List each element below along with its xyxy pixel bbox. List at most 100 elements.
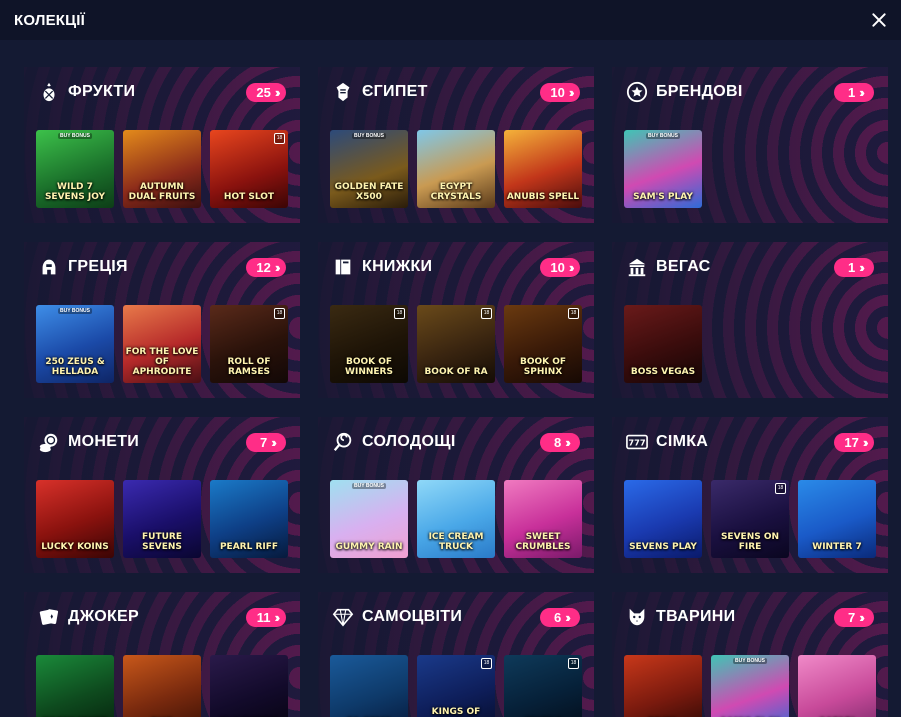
game-thumbnail[interactable]: For the Love of Aphrodite <box>123 305 201 383</box>
collection-count: 7 <box>848 609 856 625</box>
game-title: Boss Vegas <box>630 367 696 377</box>
collection-count-button[interactable]: 10 ›› <box>540 82 580 102</box>
collection-count-button[interactable]: 11 ›› <box>246 607 286 627</box>
collection-title: КНИЖКИ <box>362 258 433 275</box>
game-thumbnails: 50 Gems 18 Kings of Jewels 18Jewels <box>330 655 582 717</box>
collection-count: 7 <box>260 434 268 450</box>
game-thumbnail[interactable]: Future Sevens <box>123 480 201 558</box>
collection-count-button[interactable]: 1 ›› <box>834 82 874 102</box>
lollipop-icon <box>332 431 354 453</box>
page-title: КОЛЕКЦІЇ <box>14 11 85 29</box>
game-title: Sevens Play <box>629 542 697 552</box>
game-thumbnail[interactable]: Blackstar <box>210 655 288 717</box>
collection-count: 25 <box>256 84 271 100</box>
game-thumbnails: Lucky Koins Future Sevens Pearl Riff <box>36 480 288 558</box>
game-thumbnail[interactable]: Sevens Play <box>624 480 702 558</box>
collection-count-button[interactable]: 6 ›› <box>540 607 580 627</box>
collection-card[interactable]: САМОЦВІТИ 6›› 50 Gems 18 Kings of Jewels 18Je… <box>318 592 594 717</box>
game-thumbnail[interactable]: 18 Book of Ra <box>417 305 495 383</box>
collection-count-button[interactable]: 1 ›› <box>834 257 874 277</box>
game-thumbnail[interactable]: 18 Hot Slot <box>210 130 288 208</box>
collection-count-button[interactable]: 7 ›› <box>246 432 286 452</box>
game-thumbnails: BUY BONUS Sam's Play <box>624 130 702 208</box>
game-thumbnail[interactable]: BUY BONUSSam's Play <box>711 655 789 717</box>
game-thumbnail[interactable]: 18 Book of Sphinx <box>504 305 582 383</box>
game-thumbnail[interactable]: Jiggly Joker <box>36 655 114 717</box>
collection-count: 17 <box>844 434 859 450</box>
collection-header: СОЛОДОЩІ 8 ›› <box>332 430 580 454</box>
collection-count-button[interactable]: 17 ›› <box>834 432 874 452</box>
collection-card[interactable]: ГРЕЦІЯ 12 ›› BUY BONUS 250 Zeus & Hellada For… <box>24 242 300 398</box>
game-title: Book of Winners <box>345 357 393 377</box>
chevron-right-icon: ›› <box>568 259 574 275</box>
collection-card[interactable]: ЄГИПЕТ 10 ›› BUY BONUS Golden Fate x500 Egypt… <box>318 67 594 223</box>
game-thumbnail[interactable]: Ice Cream Truck <box>417 480 495 558</box>
collection-count-button[interactable]: 10 ›› <box>540 257 580 277</box>
game-thumbnail[interactable]: Pearl Riff <box>210 480 288 558</box>
collection-title: ТВАРИНИ <box>656 608 736 625</box>
collection-card[interactable]: ТВАРИНИ 7›› BivolBUY BONUSSam's PlaySafari <box>612 592 888 717</box>
collection-title: ФРУКТИ <box>68 83 136 100</box>
buy-bonus-badge: BUY BONUS <box>352 483 386 489</box>
game-thumbnails: Boss Vegas <box>624 305 702 383</box>
collection-title: МОНЕТИ <box>68 433 140 450</box>
game-thumbnail[interactable]: 18 Book of Winners <box>330 305 408 383</box>
collection-count: 8 <box>554 434 562 450</box>
game-thumbnail[interactable]: Bivol <box>624 655 702 717</box>
game-thumbnail[interactable]: Anubis Spell <box>504 130 582 208</box>
game-title: Lucky Koins <box>41 542 109 552</box>
collections-grid: ФРУКТИ 25 ›› BUY BONUS Wild 7 Sevens Joy Autu… <box>24 67 888 717</box>
collection-card[interactable]: СОЛОДОЩІ 8 ›› BUY BONUS Gummy Rain Ice Cream … <box>318 417 594 573</box>
game-thumbnail[interactable]: BUY BONUS Wild 7 Sevens Joy <box>36 130 114 208</box>
game-thumbnail[interactable]: Duo <box>123 655 201 717</box>
game-thumbnails: Sevens Play 18 Sevens on Fire Winter 7 <box>624 480 876 558</box>
buy-bonus-badge: BUY BONUS <box>352 133 386 139</box>
game-thumbnail[interactable]: Safari <box>798 655 876 717</box>
game-thumbnails: 18 Book of Winners 18 Book of Ra 18 Book of S… <box>330 305 582 383</box>
collection-card[interactable]: ФРУКТИ 25 ›› BUY BONUS Wild 7 Sevens Joy Autu… <box>24 67 300 223</box>
collection-header: ЄГИПЕТ 10 ›› <box>332 80 580 104</box>
collection-card[interactable]: ДЖОКЕР 11›› Jiggly JokerDuoBlackstar <box>24 592 300 717</box>
collection-count-button[interactable]: 7 ›› <box>834 607 874 627</box>
game-thumbnail[interactable]: 18 Sevens on Fire <box>711 480 789 558</box>
game-thumbnail[interactable]: Boss Vegas <box>624 305 702 383</box>
game-title: Kings of Jewels <box>431 707 481 717</box>
game-thumbnail[interactable]: BUY BONUSSam's Play <box>624 130 702 208</box>
age-rating-icon: 18 <box>274 308 285 319</box>
collection-count-button[interactable]: 25 ›› <box>246 82 286 102</box>
collection-card[interactable]: 777 СІМКА 17 ›› Sevens Play 18 Sevens on Fire W… <box>612 417 888 573</box>
game-thumbnail[interactable]: 50 Gems <box>330 655 408 717</box>
game-thumbnail[interactable]: 18 Roll of Ramses <box>210 305 288 383</box>
chevron-right-icon: ›› <box>274 84 280 100</box>
collection-count-button[interactable]: 12 ›› <box>246 257 286 277</box>
game-title: Sweet Crumbles <box>515 532 571 552</box>
game-thumbnail[interactable]: Sweet Crumbles <box>504 480 582 558</box>
game-thumbnail[interactable]: Egypt Crystals <box>417 130 495 208</box>
game-title: Sevens on Fire <box>720 532 780 552</box>
game-title: Egypt Crystals <box>430 182 482 202</box>
collection-card[interactable]: ВЕГАС 1 ›› Boss Vegas <box>612 242 888 398</box>
game-thumbnail[interactable]: Autumn Dual Fruits <box>123 130 201 208</box>
collection-card[interactable]: КНИЖКИ 10 ›› 18 Book of Winners 18 Book of Ra 1… <box>318 242 594 398</box>
pineapple-icon <box>38 81 60 103</box>
book-icon <box>332 256 354 278</box>
game-thumbnail[interactable]: BUY BONUS Gummy Rain <box>330 480 408 558</box>
game-thumbnail[interactable]: Lucky Koins <box>36 480 114 558</box>
game-thumbnail[interactable]: 18Jewels <box>504 655 582 717</box>
game-thumbnail[interactable]: BUY BONUS 250 Zeus & Hellada <box>36 305 114 383</box>
game-thumbnail[interactable]: BUY BONUS Golden Fate x500 <box>330 130 408 208</box>
collection-card[interactable]: БРЕНДОВІ 1 ›› BUY BONUS Sam's Play <box>612 67 888 223</box>
collection-card[interactable]: МОНЕТИ 7 ›› Lucky Koins Future Sevens Pearl R… <box>24 417 300 573</box>
close-icon[interactable] <box>869 10 889 30</box>
game-title: Sam's Play <box>633 192 693 202</box>
game-title: Ice Cream Truck <box>428 532 484 552</box>
game-thumbnails: Jiggly JokerDuoBlackstar <box>36 655 288 717</box>
age-rating-icon: 18 <box>394 308 405 319</box>
game-thumbnail[interactable]: Winter 7 <box>798 480 876 558</box>
game-thumbnails: BivolBUY BONUSSam's PlaySafari <box>624 655 876 717</box>
game-title: Gummy Rain <box>335 542 403 552</box>
collection-count-button[interactable]: 8 ›› <box>540 432 580 452</box>
buy-bonus-badge: BUY BONUS <box>58 133 92 139</box>
game-thumbnail[interactable]: 18 Kings of Jewels <box>417 655 495 717</box>
age-rating-icon: 18 <box>568 658 579 669</box>
